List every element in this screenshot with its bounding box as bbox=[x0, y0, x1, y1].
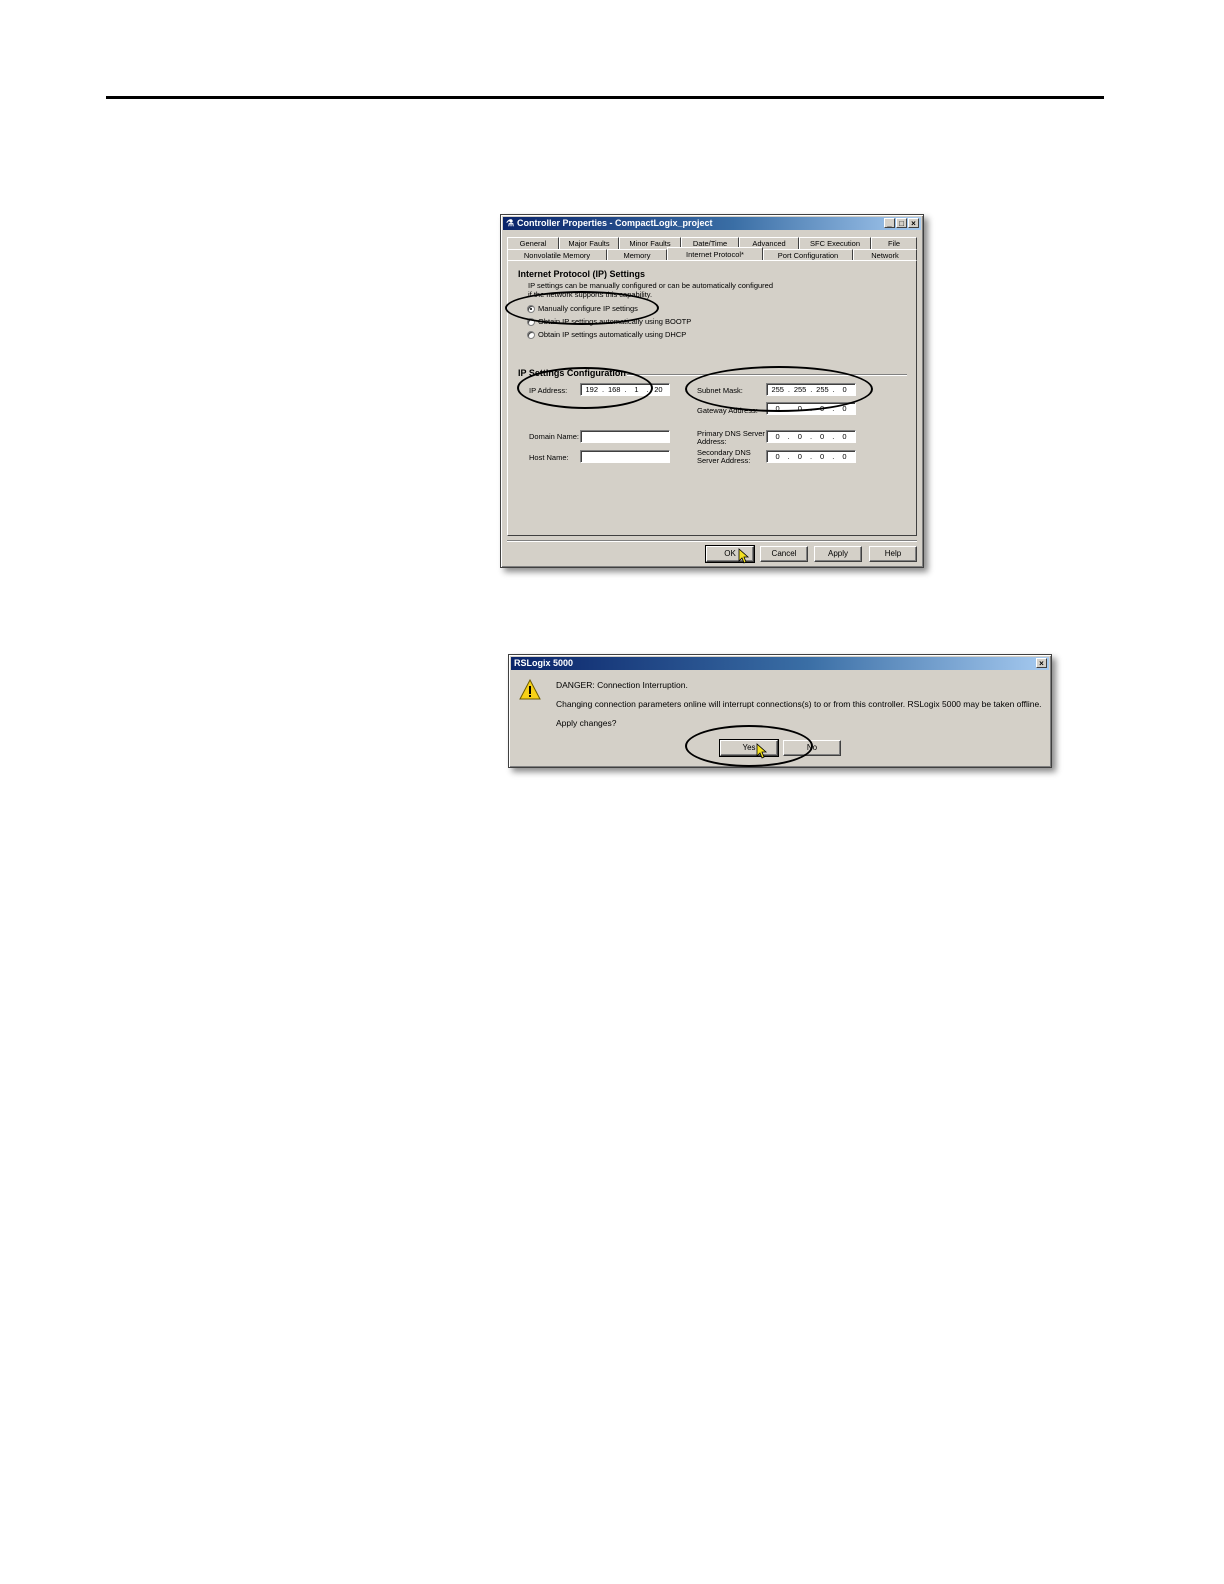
dialog-title: Controller Properties - CompactLogix_pro… bbox=[517, 218, 713, 228]
primary-dns-label-line2: Address: bbox=[697, 437, 727, 446]
cancel-button[interactable]: Cancel bbox=[760, 546, 808, 562]
dialog-title: RSLogix 5000 bbox=[514, 658, 574, 668]
callout-ellipse-subnet-mask bbox=[685, 366, 873, 412]
button-divider bbox=[507, 540, 917, 542]
title-bar[interactable]: RSLogix 5000 × bbox=[511, 657, 1049, 670]
apply-button[interactable]: Apply bbox=[814, 546, 862, 562]
domain-name-label: Domain Name: bbox=[529, 432, 580, 441]
title-bar[interactable]: ⚗ Controller Properties - CompactLogix_p… bbox=[503, 217, 921, 230]
callout-ellipse-yes bbox=[685, 725, 813, 767]
ip-description-line1: IP settings can be manually configured o… bbox=[528, 281, 774, 290]
host-name-input[interactable] bbox=[580, 450, 670, 463]
page-header-rule bbox=[106, 96, 1104, 99]
secondary-dns-input[interactable]: 0. 0. 0. 0 bbox=[766, 450, 856, 463]
primary-dns-input[interactable]: 0. 0. 0. 0 bbox=[766, 430, 856, 443]
controller-icon: ⚗ bbox=[505, 218, 515, 228]
secondary-dns-label-line2: Server Address: bbox=[697, 456, 751, 465]
help-button[interactable]: Help bbox=[869, 546, 917, 562]
callout-ellipse-ip-address bbox=[517, 367, 653, 409]
radio-dhcp[interactable] bbox=[527, 331, 535, 339]
close-icon[interactable]: × bbox=[1036, 658, 1047, 668]
interruption-message: Changing connection parameters online wi… bbox=[556, 699, 1042, 709]
domain-name-input[interactable] bbox=[580, 430, 670, 443]
tab-internet-protocol[interactable]: Internet Protocol* bbox=[667, 247, 763, 261]
rslogix-confirm-dialog: RSLogix 5000 × DANGER: Connection Interr… bbox=[508, 654, 1052, 768]
minimize-icon[interactable]: _ bbox=[884, 218, 895, 228]
warning-icon bbox=[519, 678, 541, 701]
tab-sfc-execution[interactable]: SFC Execution bbox=[799, 237, 871, 249]
tab-file[interactable]: File bbox=[871, 237, 917, 249]
radio-dhcp-label: Obtain IP settings automatically using D… bbox=[538, 330, 687, 339]
maximize-icon[interactable]: □ bbox=[896, 218, 907, 228]
controller-properties-dialog: ⚗ Controller Properties - CompactLogix_p… bbox=[500, 214, 924, 568]
callout-ellipse-manual bbox=[505, 291, 659, 325]
danger-message: DANGER: Connection Interruption. bbox=[556, 680, 688, 690]
ip-settings-heading: Internet Protocol (IP) Settings bbox=[518, 269, 646, 279]
tab-major-faults[interactable]: Major Faults bbox=[559, 237, 619, 249]
close-icon[interactable]: × bbox=[908, 218, 919, 228]
apply-changes-question: Apply changes? bbox=[556, 718, 617, 728]
host-name-label: Host Name: bbox=[529, 453, 569, 462]
tab-general[interactable]: General bbox=[507, 237, 559, 249]
